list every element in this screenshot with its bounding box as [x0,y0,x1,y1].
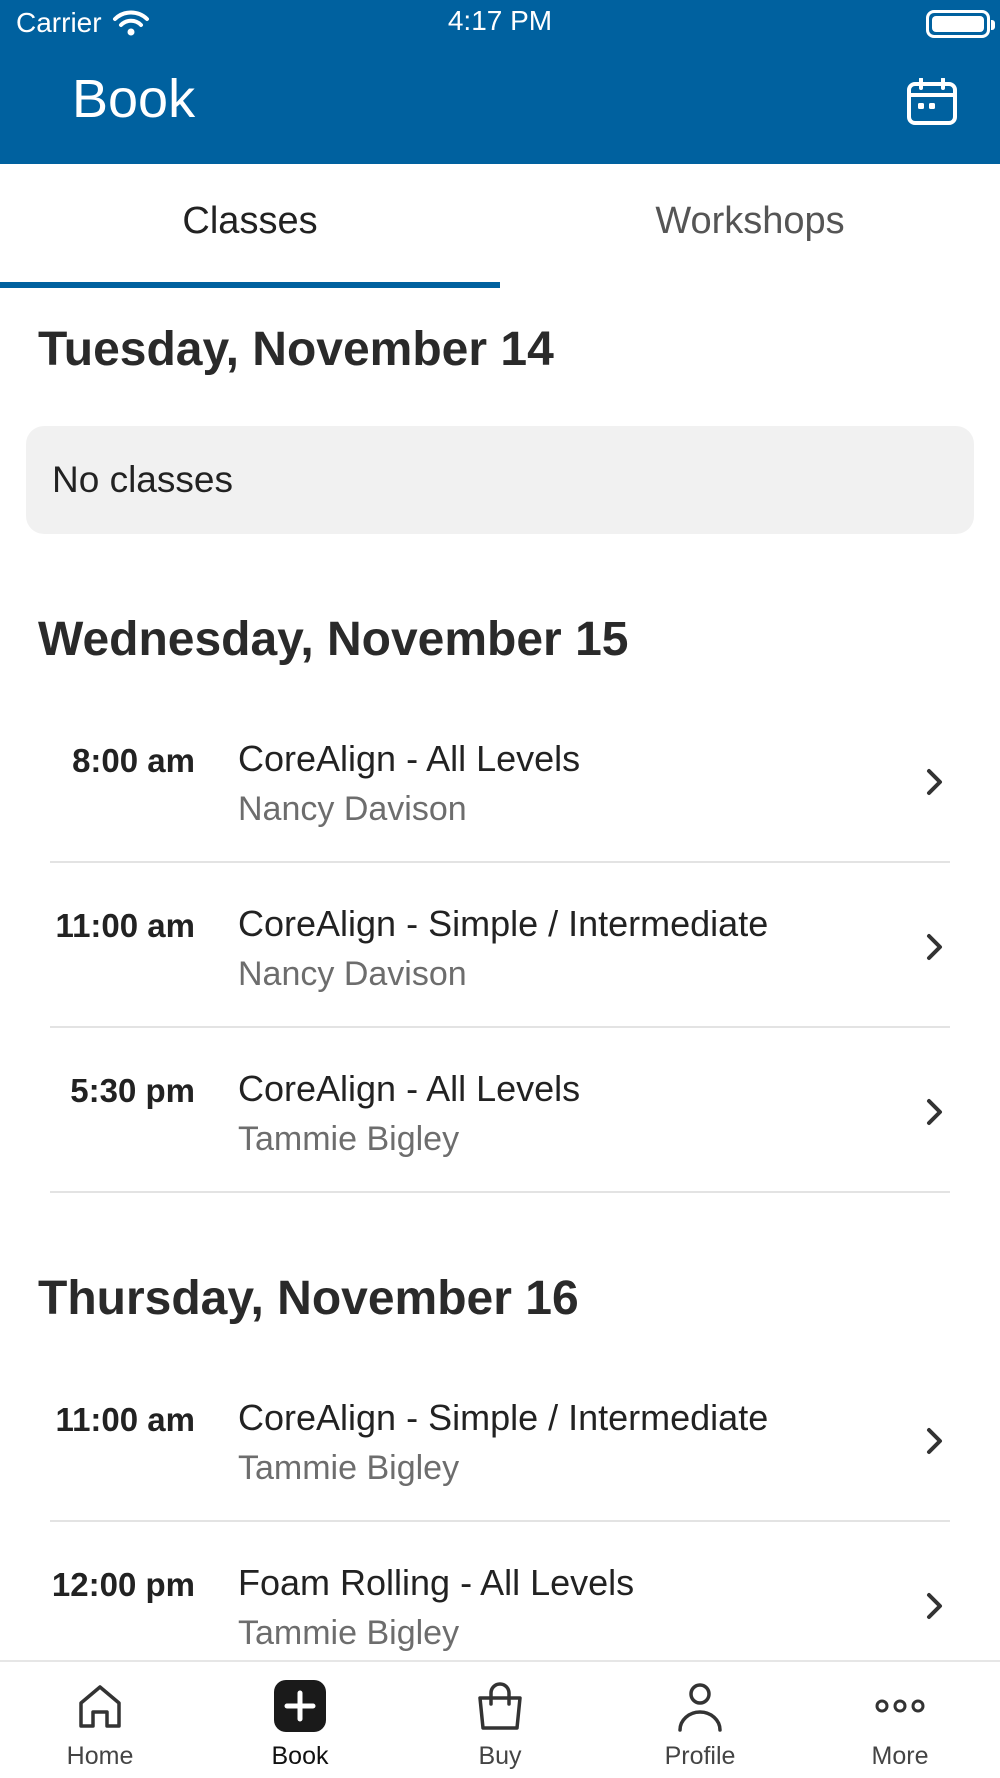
class-name: CoreAlign - Simple / Intermediate [238,903,769,944]
no-classes-text: No classes [52,459,233,500]
class-instructor: Nancy Davison [238,790,467,828]
chevron-right-icon [927,769,942,795]
schedule-list[interactable]: Tuesday, November 14 No classes Wednesda… [0,288,1000,1660]
app-header: Carrier 4:17 PM Book [0,0,1000,164]
status-bar: Carrier 4:17 PM [0,0,1000,46]
page-title: Book [72,69,196,129]
shopping-bag-icon [478,1682,522,1730]
nav-label: Book [271,1742,329,1770]
class-time: 11:00 am [55,907,195,944]
nav-more[interactable]: More [800,1662,1000,1778]
class-list: 11:00 am CoreAlign - Simple / Intermedia… [0,1357,1000,1660]
day-section: Wednesday, November 15 8:00 am CoreAlign… [0,534,1000,1193]
class-row[interactable]: 5:30 pm CoreAlign - All Levels Tammie Bi… [50,1028,950,1193]
class-name: Foam Rolling - All Levels [238,1562,635,1603]
day-section: Tuesday, November 14 No classes [0,288,1000,534]
tab-workshops[interactable]: Workshops [500,164,1000,288]
class-name: CoreAlign - All Levels [238,1068,581,1109]
class-time: 5:30 pm [70,1072,195,1109]
tab-bar: Classes Workshops [0,164,1000,288]
calendar-icon[interactable] [906,78,958,126]
class-instructor: Tammie Bigley [238,1120,460,1158]
no-classes-card: No classes [26,426,974,534]
nav-label: Home [66,1742,134,1770]
class-list: 8:00 am CoreAlign - All Levels Nancy Dav… [0,698,1000,1193]
nav-profile[interactable]: Profile [600,1662,800,1778]
class-row[interactable]: 8:00 am CoreAlign - All Levels Nancy Dav… [50,698,950,863]
class-instructor: Tammie Bigley [238,1614,460,1652]
battery-icon [926,10,995,38]
bottom-tab-bar: Home Book Buy Profile More [0,1660,1000,1778]
tab-classes[interactable]: Classes [0,164,500,288]
class-time: 12:00 pm [51,1566,195,1603]
class-instructor: Nancy Davison [238,955,467,993]
nav-label: Buy [478,1742,522,1770]
person-icon [678,1683,722,1732]
chevron-right-icon [927,1099,942,1125]
day-heading: Thursday, November 16 [38,1272,579,1325]
home-icon [79,1685,121,1728]
plus-icon [274,1680,326,1732]
class-instructor: Tammie Bigley [238,1449,460,1487]
class-row[interactable]: 12:00 pm Foam Rolling - All Levels Tammi… [50,1522,950,1660]
chevron-right-icon [927,1428,942,1454]
class-row[interactable]: 11:00 am CoreAlign - Simple / Intermedia… [50,863,950,1028]
nav-book[interactable]: Book [200,1662,400,1778]
chevron-right-icon [927,934,942,960]
class-row[interactable]: 11:00 am CoreAlign - Simple / Intermedia… [50,1357,950,1522]
class-name: CoreAlign - Simple / Intermediate [238,1397,769,1438]
class-name: CoreAlign - All Levels [238,738,581,779]
more-icon [875,1699,925,1713]
class-time: 11:00 am [55,1401,195,1438]
day-section: Thursday, November 16 11:00 am CoreAlign… [0,1193,1000,1660]
day-heading: Tuesday, November 14 [38,323,554,376]
nav-buy[interactable]: Buy [400,1662,600,1778]
chevron-right-icon [927,1593,942,1619]
nav-home[interactable]: Home [0,1662,200,1778]
nav-label: Profile [664,1742,736,1770]
nav-label: More [871,1742,929,1770]
day-heading: Wednesday, November 15 [38,613,629,666]
status-time: 4:17 PM [447,5,553,36]
class-time: 8:00 am [72,742,195,779]
